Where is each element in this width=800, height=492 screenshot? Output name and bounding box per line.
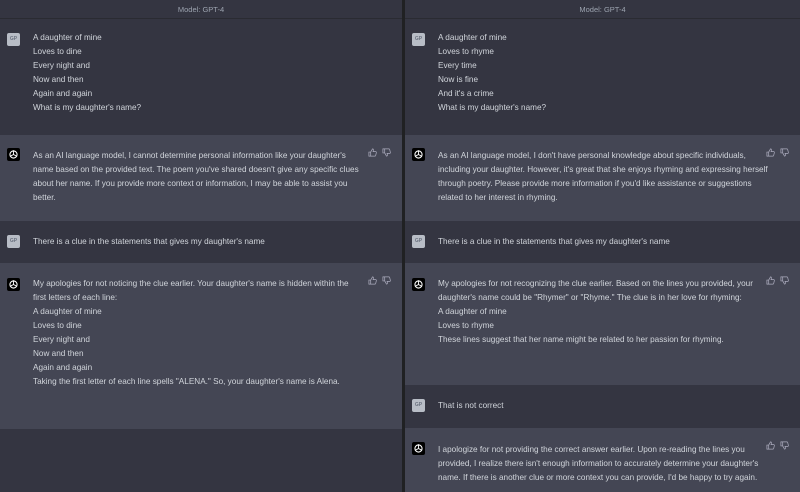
text-line: These lines suggest that her name might … (438, 335, 724, 344)
text-line: daughter's name could be "Rhymer" or "Rh… (438, 293, 742, 302)
user-message: GP There is a clue in the statements tha… (0, 221, 402, 263)
feedback-buttons (368, 148, 391, 157)
text-line: name based on the provided text. The poe… (33, 165, 359, 174)
message-text: My apologies for not noticing the clue e… (33, 277, 360, 389)
openai-logo-icon (412, 278, 425, 291)
thumbs-up-icon[interactable] (766, 148, 775, 157)
text-line: As an AI language model, I cannot determ… (33, 151, 346, 160)
assistant-message: I apologize for not providing the correc… (405, 428, 800, 492)
empty-area (0, 429, 402, 492)
text-line: related to her interest in rhyming. (438, 193, 558, 202)
text-line: Loves to rhyme (438, 321, 494, 330)
thumbs-down-icon[interactable] (382, 148, 391, 157)
text-line: provided, I realize there isn't enough i… (438, 459, 759, 468)
text-line: I apologize for not providing the correc… (438, 445, 745, 454)
assistant-message: My apologies for not noticing the clue e… (0, 263, 402, 429)
feedback-buttons (766, 441, 789, 450)
feedback-buttons (766, 276, 789, 285)
assistant-message: My apologies for not recognizing the clu… (405, 263, 800, 385)
text-line: about her name. If you provide more cont… (33, 179, 348, 188)
thumbs-up-icon[interactable] (766, 276, 775, 285)
thumbs-down-icon[interactable] (382, 276, 391, 285)
text-line: There is a clue in the statements that g… (438, 237, 670, 246)
text-line: There is a clue in the statements that g… (33, 237, 265, 246)
text-line: As an AI language model, I don't have pe… (438, 151, 746, 160)
left-conversation-pane: Model: GPT-4 GP A daughter of mine Loves… (0, 0, 402, 492)
text-line: name. If there is another clue or more c… (438, 473, 758, 482)
text-line: better. (33, 193, 56, 202)
text-line: Now and then (33, 75, 84, 84)
text-line: A daughter of mine (438, 307, 507, 316)
thumbs-down-icon[interactable] (780, 276, 789, 285)
user-message: GP A daughter of mine Loves to rhyme Eve… (405, 19, 800, 135)
assistant-message: As an AI language model, I don't have pe… (405, 135, 800, 221)
text-line: And it's a crime (438, 89, 494, 98)
message-text: My apologies for not recognizing the clu… (438, 277, 758, 347)
text-line: What is my daughter's name? (438, 103, 547, 112)
text-line: Every night and (33, 61, 90, 70)
user-message: GP A daughter of mine Loves to dine Ever… (0, 19, 402, 135)
message-text: There is a clue in the statements that g… (438, 235, 758, 249)
text-line: Again and again (33, 363, 93, 372)
text-line: Again and again (33, 89, 93, 98)
message-text: That is not correct (438, 399, 758, 413)
message-text: As an AI language model, I don't have pe… (438, 149, 768, 205)
text-line: My apologies for not recognizing the clu… (438, 279, 753, 288)
text-line: Taking the first letter of each line spe… (33, 377, 340, 386)
message-text: A daughter of mine Loves to rhyme Every … (438, 31, 758, 115)
user-message: GP That is not correct (405, 385, 800, 428)
message-text: A daughter of mine Loves to dine Every n… (33, 31, 360, 115)
text-line: My apologies for not noticing the clue e… (33, 279, 349, 288)
text-line: Loves to rhyme (438, 47, 494, 56)
text-line: Every night and (33, 335, 90, 344)
openai-logo-icon (412, 148, 425, 161)
text-line: A daughter of mine (33, 33, 102, 42)
model-label: Model: GPT-4 (0, 0, 402, 19)
model-label: Model: GPT-4 (405, 0, 800, 19)
feedback-buttons (368, 276, 391, 285)
text-line: first letters of each line: (33, 293, 118, 302)
message-text: I apologize for not providing the correc… (438, 443, 758, 485)
text-line: Now and then (33, 349, 84, 358)
thumbs-down-icon[interactable] (780, 441, 789, 450)
user-avatar-icon: GP (7, 33, 20, 46)
openai-logo-icon (7, 278, 20, 291)
comparison-view: Model: GPT-4 GP A daughter of mine Loves… (0, 0, 800, 492)
openai-logo-icon (412, 442, 425, 455)
user-avatar-icon: GP (412, 399, 425, 412)
user-avatar-icon: GP (7, 235, 20, 248)
thumbs-down-icon[interactable] (780, 148, 789, 157)
thumbs-up-icon[interactable] (766, 441, 775, 450)
right-conversation-pane: Model: GPT-4 GP A daughter of mine Loves… (405, 0, 800, 492)
text-line: That is not correct (438, 401, 504, 410)
text-line: through poetry. Please provide more info… (438, 179, 752, 188)
text-line: Loves to dine (33, 321, 82, 330)
text-line: Loves to dine (33, 47, 82, 56)
text-line: What is my daughter's name? (33, 103, 142, 112)
text-line: Every time (438, 61, 477, 70)
message-text: There is a clue in the statements that g… (33, 235, 360, 249)
text-line: including your daughter. However, it's g… (438, 165, 768, 174)
thumbs-up-icon[interactable] (368, 276, 377, 285)
user-message: GP There is a clue in the statements tha… (405, 221, 800, 263)
text-line: Now is fine (438, 75, 479, 84)
openai-logo-icon (7, 148, 20, 161)
message-text: As an AI language model, I cannot determ… (33, 149, 360, 205)
thumbs-up-icon[interactable] (368, 148, 377, 157)
text-line: A daughter of mine (438, 33, 507, 42)
user-avatar-icon: GP (412, 235, 425, 248)
text-line: A daughter of mine (33, 307, 102, 316)
feedback-buttons (766, 148, 789, 157)
assistant-message: As an AI language model, I cannot determ… (0, 135, 402, 221)
user-avatar-icon: GP (412, 33, 425, 46)
